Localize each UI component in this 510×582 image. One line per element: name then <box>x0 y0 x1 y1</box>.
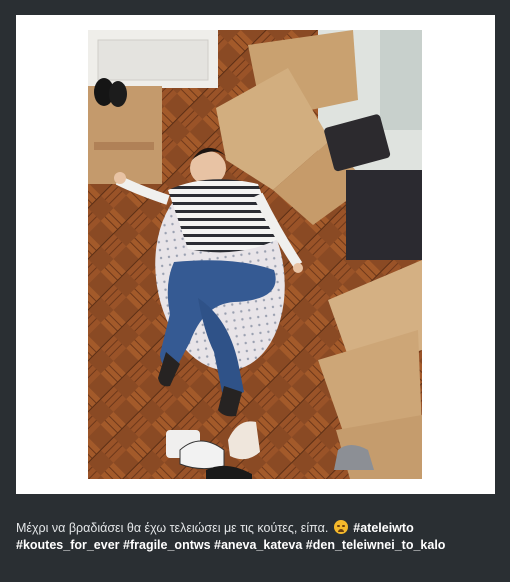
hashtag-link[interactable]: #fragile_ontws <box>123 538 211 552</box>
post-caption: Μέχρι να βραδιάσει θα έχω τελειώσει με τ… <box>16 520 496 554</box>
hashtag-link[interactable]: #aneva_kateva <box>214 538 302 552</box>
weary-face-emoji-icon <box>333 520 348 534</box>
post-photo[interactable] <box>88 30 422 479</box>
hashtag-link[interactable]: #ateleiwto <box>353 521 413 535</box>
photo-illustration <box>88 30 422 479</box>
hashtag-link[interactable]: #den_teleiwnei_to_kalo <box>306 538 446 552</box>
post-card: Μέχρι να βραδιάσει θα έχω τελειώσει με τ… <box>0 0 510 582</box>
photo-frame <box>16 15 495 494</box>
hashtag-link[interactable]: #koutes_for_ever <box>16 538 120 552</box>
caption-text: Μέχρι να βραδιάσει θα έχω τελειώσει με τ… <box>16 521 329 535</box>
